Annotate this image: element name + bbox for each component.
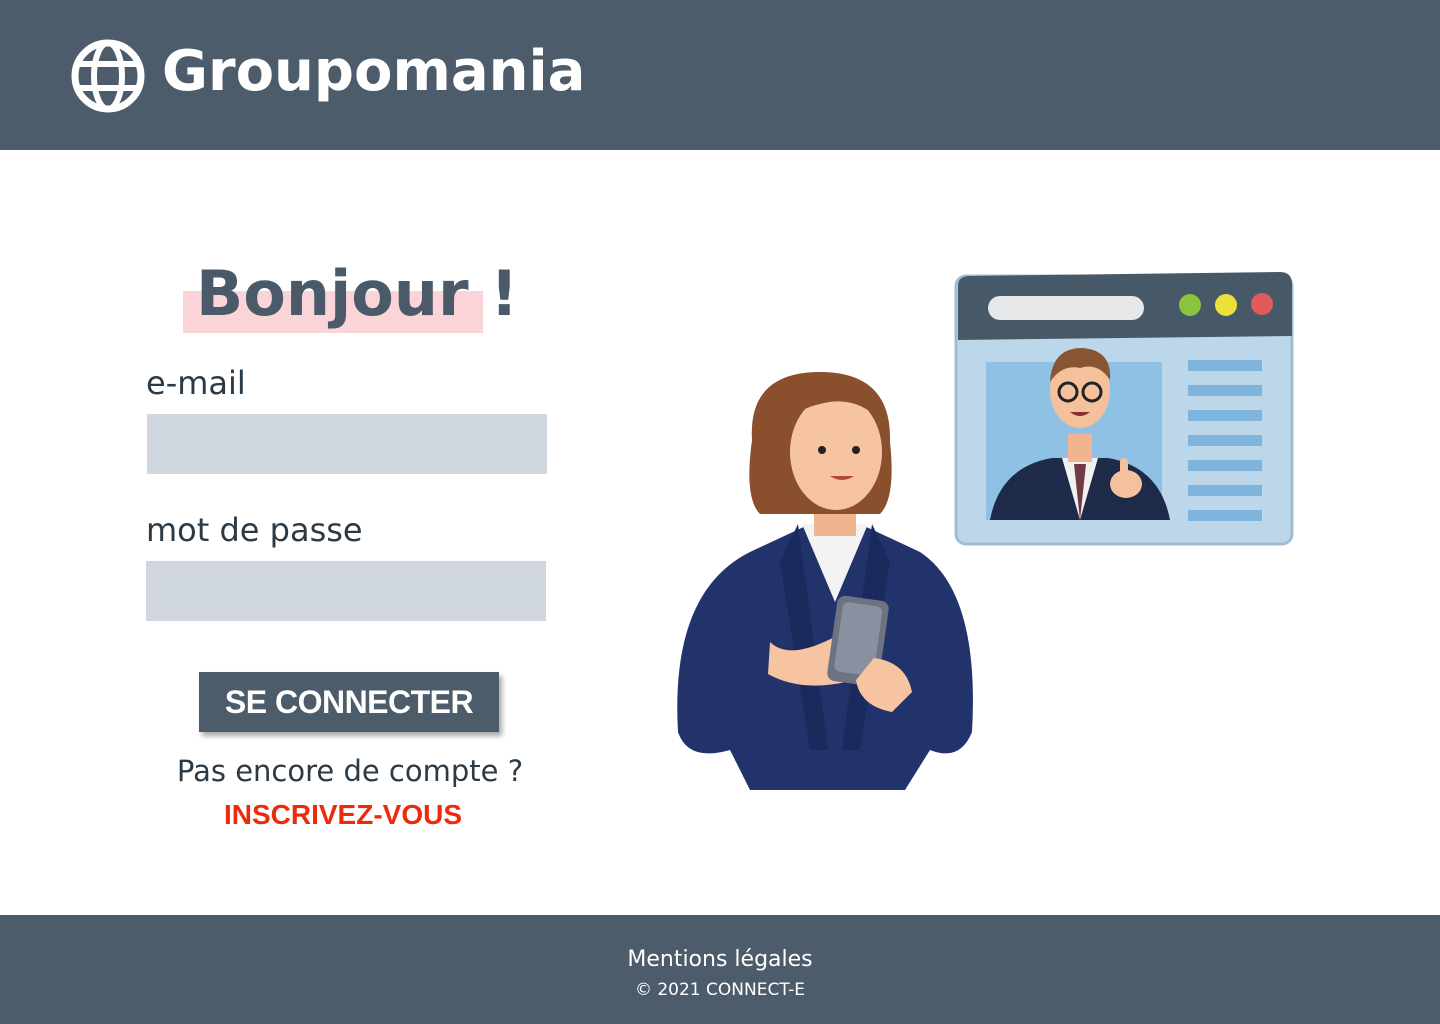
copyright-text: © 2021 CONNECT-E [634, 980, 806, 1000]
legal-link[interactable]: Mentions légales [0, 944, 1440, 976]
signup-link[interactable]: INSCRIVEZ-VOUS [193, 797, 493, 833]
password-label: mot de passe [146, 511, 363, 549]
globe-icon[interactable] [70, 38, 146, 114]
password-field[interactable] [146, 561, 546, 621]
email-field[interactable] [147, 414, 547, 474]
login-button[interactable]: SE CONNECTER [199, 672, 499, 732]
woman-figure [677, 372, 973, 790]
no-account-text: Pas encore de compte ? [176, 754, 524, 788]
woman-phone-illustration [677, 272, 1294, 790]
site-header: Groupomania [0, 0, 1440, 150]
email-label: e-mail [146, 364, 246, 402]
brand-name[interactable]: Groupomania [162, 36, 585, 108]
video-call-window [954, 272, 1294, 546]
page-title: Bonjour ! [196, 257, 519, 330]
